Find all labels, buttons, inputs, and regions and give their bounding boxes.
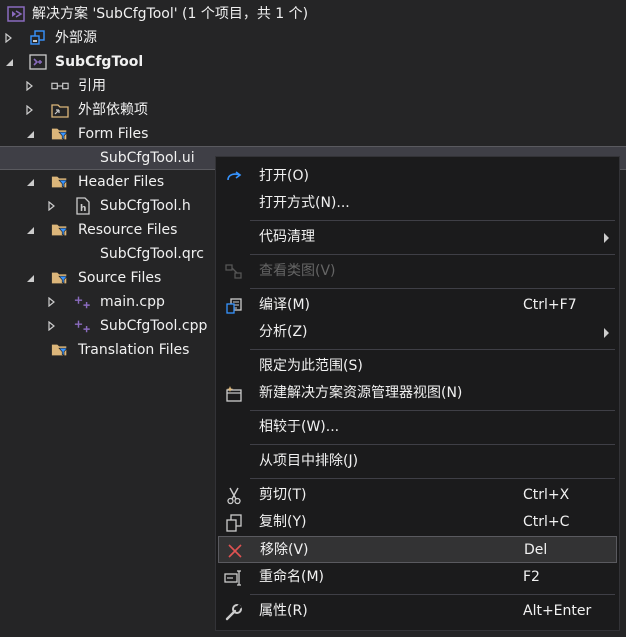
submenu-arrow-icon <box>604 328 609 338</box>
tree-label: 外部依赖项 <box>78 102 148 118</box>
visual-studio-solution-icon <box>7 5 25 23</box>
menu-item-scope-to-this[interactable]: 限定为此范围(S) <box>216 353 619 380</box>
tree-row-references[interactable]: 引用 <box>0 74 626 98</box>
cpp-file-icon <box>74 293 92 311</box>
scissors-icon <box>224 486 244 506</box>
menu-item-compare-with[interactable]: 相较于(W)... <box>216 414 619 441</box>
context-menu: 打开(O) 打开方式(N)... 代码清理 查看类图(V) 编译(M) Ctrl… <box>215 156 620 631</box>
menu-item-analyze[interactable]: 分析(Z) <box>216 319 619 346</box>
menu-separator <box>250 220 615 221</box>
tree-row-solution[interactable]: 解决方案 'SubCfgTool' (1 个项目，共 1 个) <box>0 2 626 26</box>
cpp-project-icon <box>29 53 47 71</box>
tree-row-project[interactable]: SubCfgTool <box>0 50 626 74</box>
collapse-arrow-icon[interactable] <box>24 128 36 140</box>
menu-item-copy[interactable]: 复制(Y) Ctrl+C <box>216 509 619 536</box>
menu-item-open-with[interactable]: 打开方式(N)... <box>216 190 619 217</box>
menu-item-exclude-from-project[interactable]: 从项目中排除(J) <box>216 448 619 475</box>
wrench-icon <box>224 602 244 622</box>
collapse-arrow-icon[interactable] <box>24 224 36 236</box>
tree-label: Resource Files <box>78 222 178 238</box>
filter-folder-icon <box>51 221 69 239</box>
menu-item-view-class-diagram[interactable]: 查看类图(V) <box>216 258 619 285</box>
tree-label: Form Files <box>78 126 149 142</box>
tree-row-external-sources[interactable]: 外部源 <box>0 26 626 50</box>
collapse-arrow-icon[interactable] <box>24 272 36 284</box>
tree-label: 外部源 <box>55 30 97 46</box>
tree-label: SubCfgTool.ui <box>100 150 195 166</box>
expand-arrow-icon[interactable] <box>24 104 36 116</box>
menu-item-compile[interactable]: 编译(M) Ctrl+F7 <box>216 292 619 319</box>
header-file-icon: h <box>74 197 92 215</box>
submenu-arrow-icon <box>604 233 609 243</box>
menu-item-remove[interactable]: 移除(V) Del <box>218 536 617 563</box>
tree-row-external-dependencies[interactable]: 外部依赖项 <box>0 98 626 122</box>
rename-icon <box>224 568 244 588</box>
copy-icon <box>224 513 244 533</box>
tree-row-form-files[interactable]: Form Files <box>0 122 626 146</box>
tree-label: 引用 <box>78 78 106 94</box>
tree-label: Source Files <box>78 270 162 286</box>
filter-folder-icon <box>51 125 69 143</box>
folder-icon <box>51 101 69 119</box>
external-sources-icon <box>29 29 47 47</box>
collapse-arrow-icon[interactable] <box>24 176 36 188</box>
tree-label: SubCfgTool.h <box>100 198 191 214</box>
expand-arrow-icon[interactable] <box>3 32 15 44</box>
menu-item-code-cleanup[interactable]: 代码清理 <box>216 224 619 251</box>
menu-item-properties[interactable]: 属性(R) Alt+Enter <box>216 598 619 625</box>
menu-separator <box>250 594 615 595</box>
menu-item-cut[interactable]: 剪切(T) Ctrl+X <box>216 482 619 509</box>
menu-separator <box>250 410 615 411</box>
expand-arrow-icon[interactable] <box>46 320 58 332</box>
filter-folder-icon <box>51 269 69 287</box>
remove-x-icon <box>225 541 245 561</box>
menu-separator <box>250 288 615 289</box>
menu-separator <box>250 478 615 479</box>
menu-separator <box>250 254 615 255</box>
tree-label: Header Files <box>78 174 165 190</box>
tree-label: SubCfgTool.cpp <box>100 318 208 334</box>
tree-label: Translation Files <box>78 342 190 358</box>
expand-arrow-icon[interactable] <box>46 200 58 212</box>
menu-separator <box>250 349 615 350</box>
project-label: SubCfgTool <box>55 54 144 70</box>
collapse-arrow-icon[interactable] <box>3 56 15 68</box>
tree-label: SubCfgTool.qrc <box>100 246 204 262</box>
filter-folder-icon <box>51 173 69 191</box>
svg-text:h: h <box>80 204 86 214</box>
menu-item-open[interactable]: 打开(O) <box>216 163 619 190</box>
references-icon <box>51 77 69 95</box>
cpp-file-icon <box>74 317 92 335</box>
menu-separator <box>250 444 615 445</box>
solution-label: 解决方案 'SubCfgTool' (1 个项目，共 1 个) <box>32 6 309 22</box>
compile-icon <box>224 296 244 316</box>
new-window-icon <box>224 384 244 404</box>
expand-arrow-icon[interactable] <box>46 296 58 308</box>
menu-item-rename[interactable]: 重命名(M) F2 <box>216 564 619 591</box>
menu-item-new-explorer-view[interactable]: 新建解决方案资源管理器视图(N) <box>216 380 619 407</box>
tree-label: main.cpp <box>100 294 165 310</box>
class-diagram-icon <box>224 262 244 282</box>
open-arrow-icon <box>224 167 244 187</box>
filter-folder-icon <box>51 341 69 359</box>
expand-arrow-icon[interactable] <box>24 80 36 92</box>
